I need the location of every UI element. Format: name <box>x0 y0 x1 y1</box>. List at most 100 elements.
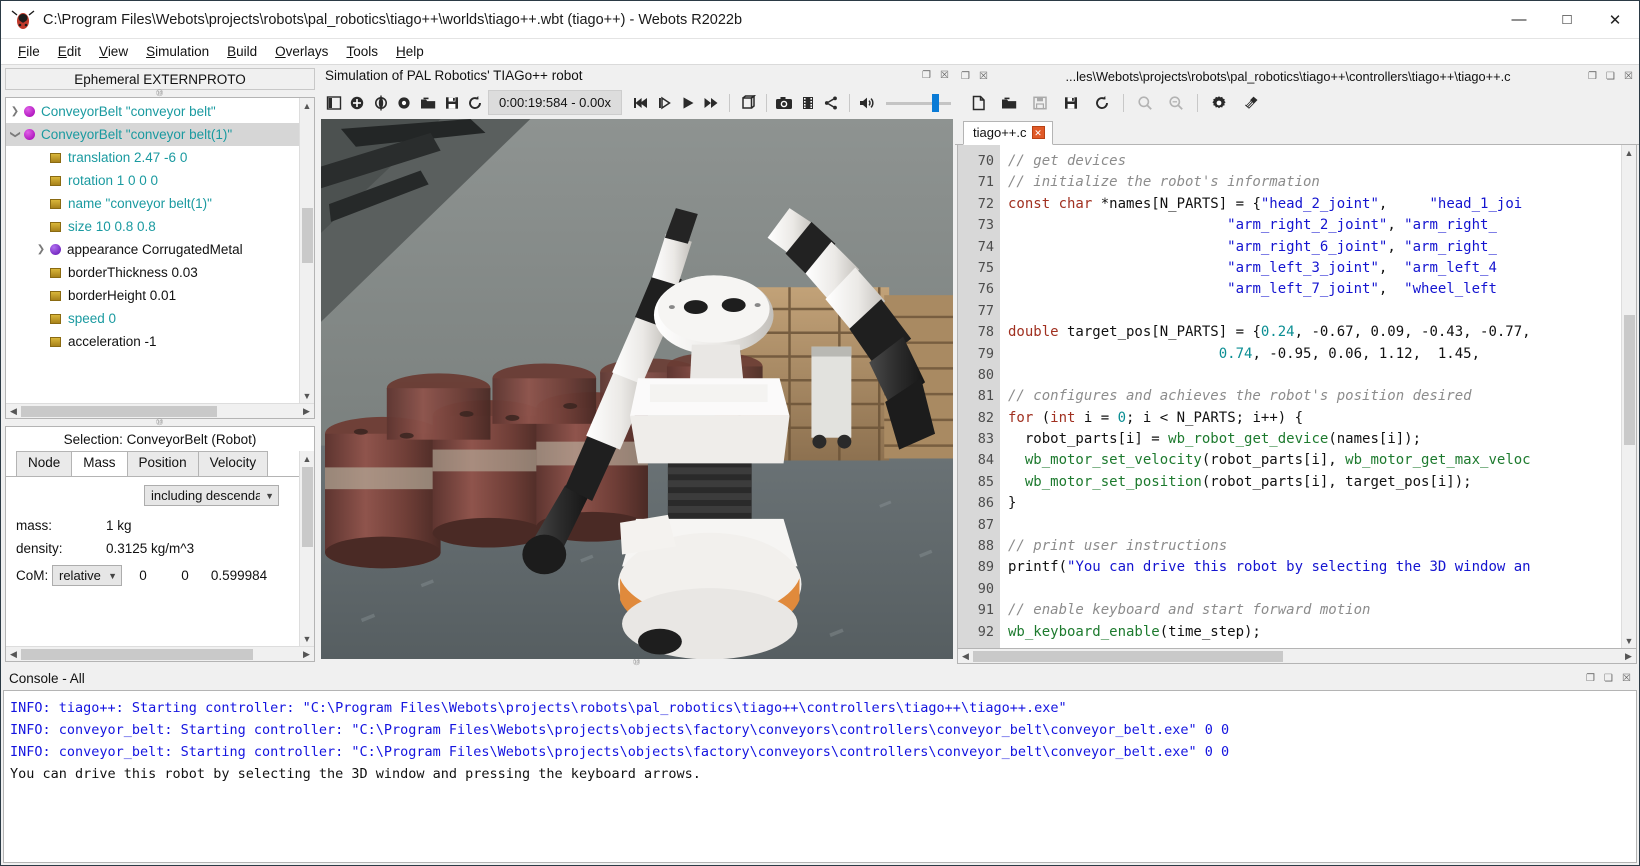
movie-icon[interactable] <box>797 90 819 116</box>
open-world-icon[interactable] <box>417 90 439 116</box>
scroll-right-icon[interactable]: ▶ <box>299 649 314 660</box>
restore-panel-icon[interactable]: ❐ <box>1584 672 1597 685</box>
view-splitter[interactable]: ⑩ <box>319 657 955 667</box>
code-line[interactable]: // get devices <box>1008 151 1621 172</box>
tree-row[interactable]: acceleration -1 <box>6 330 299 353</box>
save-file-icon[interactable] <box>1025 90 1055 116</box>
tree-row[interactable]: borderThickness 0.03 <box>6 261 299 284</box>
com-frame-select[interactable]: relative ▼ <box>52 565 122 586</box>
tree-row[interactable]: name "conveyor belt(1)" <box>6 192 299 215</box>
save-all-icon[interactable] <box>1056 90 1086 116</box>
editor-hscrollbar[interactable]: ◀ ▶ <box>957 649 1637 664</box>
code-line[interactable]: // initialize the robot's information <box>1008 172 1621 193</box>
tree-row[interactable]: translation 2.47 -6 0 <box>6 146 299 169</box>
tab-velocity[interactable]: Velocity <box>197 451 269 476</box>
chevron-right-icon[interactable]: ❯ <box>32 244 50 255</box>
code-line[interactable]: "arm_right_2_joint", "arm_right_ <box>1008 215 1621 236</box>
scroll-up-icon[interactable]: ▲ <box>300 451 315 466</box>
float-panel-icon[interactable]: ❏ <box>1602 672 1615 685</box>
selection-vscrollbar[interactable]: ▲ ▼ <box>299 451 314 646</box>
float-panel-icon[interactable]: ❏ <box>1604 70 1617 83</box>
scroll-up-icon[interactable]: ▲ <box>1622 145 1637 160</box>
code-line[interactable]: double target_pos[N_PARTS] = {0.24, -0.6… <box>1008 322 1621 343</box>
menu-edit[interactable]: Edit <box>49 41 90 62</box>
editor-vscrollbar[interactable]: ▲ ▼ <box>1621 145 1636 648</box>
code-line[interactable] <box>1008 515 1621 536</box>
code-line[interactable]: wb_motor_set_velocity(robot_parts[i], wb… <box>1008 450 1621 471</box>
chevron-down-icon[interactable]: ❯ <box>10 126 21 144</box>
hscroll-thumb[interactable] <box>21 405 217 417</box>
code-line[interactable]: for (int i = 0; i < N_PARTS; i++) { <box>1008 408 1621 429</box>
code-line[interactable]: "arm_left_3_joint", "arm_left_4 <box>1008 258 1621 279</box>
scroll-left-icon[interactable]: ◀ <box>6 406 21 417</box>
scroll-down-icon[interactable]: ▼ <box>1622 633 1637 648</box>
selection-hscrollbar[interactable]: ◀ ▶ <box>6 646 314 661</box>
code-line[interactable] <box>1008 579 1621 600</box>
close-panel-icon[interactable]: ☒ <box>938 69 951 82</box>
open-file-icon[interactable] <box>994 90 1024 116</box>
scene-tree-hscrollbar[interactable]: ◀ ▶ <box>6 403 314 418</box>
orientation-icon[interactable] <box>370 90 392 116</box>
tree-row[interactable]: speed 0 <box>6 307 299 330</box>
code-line[interactable]: printf("You can drive this robot by sele… <box>1008 557 1621 578</box>
tab-node[interactable]: Node <box>16 451 73 476</box>
code-line[interactable] <box>1008 365 1621 386</box>
code-line[interactable]: 0.74, -0.95, 0.06, 1.12, 1.45, <box>1008 344 1621 365</box>
share-icon[interactable] <box>820 90 842 116</box>
tab-position[interactable]: Position <box>126 451 199 476</box>
volume-handle[interactable] <box>932 93 940 112</box>
view-icon[interactable] <box>394 90 416 116</box>
scroll-up-icon[interactable]: ▲ <box>300 98 315 113</box>
scene-tree-list[interactable]: ❯ ConveyorBelt "conveyor belt" ❯ ConveyorBe… <box>6 98 299 403</box>
vscroll-thumb[interactable] <box>302 208 313 263</box>
scroll-right-icon[interactable]: ▶ <box>299 406 314 417</box>
volume-slider[interactable] <box>886 93 951 113</box>
code-line[interactable]: // configures and achieves the robot's p… <box>1008 386 1621 407</box>
vscroll-thumb[interactable] <box>302 467 313 547</box>
scroll-right-icon[interactable]: ▶ <box>1621 651 1636 662</box>
code-line[interactable]: robot_parts[i] = wb_robot_get_device(nam… <box>1008 429 1621 450</box>
code-line[interactable]: wb_keyboard_enable(time_step); <box>1008 622 1621 643</box>
code-line[interactable]: const char *names[N_PARTS] = {"head_2_jo… <box>1008 194 1621 215</box>
scroll-down-icon[interactable]: ▼ <box>300 388 315 403</box>
sidebar-toggle-icon[interactable] <box>323 90 345 116</box>
camera-icon[interactable] <box>773 90 795 116</box>
close-panel-icon[interactable]: ☒ <box>977 70 990 83</box>
minimize-button[interactable]: — <box>1495 1 1543 38</box>
tree-row[interactable]: ❯ appearance CorrugatedMetal <box>6 238 299 261</box>
rewind-icon[interactable] <box>630 90 652 116</box>
find-icon[interactable] <box>1130 90 1160 116</box>
tree-row[interactable]: borderHeight 0.01 <box>6 284 299 307</box>
3d-viewport[interactable] <box>321 118 953 659</box>
hscroll-thumb[interactable] <box>973 650 1283 662</box>
step-icon[interactable] <box>654 90 676 116</box>
tree-row[interactable]: size 10 0.8 0.8 <box>6 215 299 238</box>
reload-file-icon[interactable] <box>1087 90 1117 116</box>
console-output[interactable]: INFO: tiago++: Starting controller: "C:\… <box>3 690 1637 863</box>
fast-forward-icon[interactable] <box>701 90 723 116</box>
float-panel-icon[interactable]: ❐ <box>920 69 933 82</box>
sound-icon[interactable] <box>857 90 879 116</box>
code-line[interactable] <box>1008 301 1621 322</box>
find-next-icon[interactable] <box>1161 90 1191 116</box>
code-line[interactable]: wb_motor_set_position(robot_parts[i], ta… <box>1008 472 1621 493</box>
scene-tree-vscrollbar[interactable]: ▲ ▼ <box>299 98 314 403</box>
vscroll-thumb[interactable] <box>1624 315 1635 445</box>
play-icon[interactable] <box>677 90 699 116</box>
maximize-button[interactable]: □ <box>1543 1 1591 38</box>
code-content[interactable]: // get devices// initialize the robot's … <box>1000 145 1621 648</box>
code-line[interactable]: // enable keyboard and start forward mot… <box>1008 600 1621 621</box>
code-line[interactable]: "arm_right_6_joint", "arm_right_ <box>1008 237 1621 258</box>
menu-build[interactable]: Build <box>218 41 266 62</box>
scroll-left-icon[interactable]: ◀ <box>958 651 973 662</box>
selection-splitter[interactable]: ⑩ <box>1 417 319 427</box>
code-line[interactable]: } <box>1008 493 1621 514</box>
scroll-down-icon[interactable]: ▼ <box>300 631 315 646</box>
menu-help[interactable]: Help <box>387 41 433 62</box>
code-line[interactable]: // print user instructions <box>1008 536 1621 557</box>
new-file-icon[interactable] <box>963 90 993 116</box>
tab-mass[interactable]: Mass <box>71 451 128 476</box>
code-editor[interactable]: 70 71 72 73 74 75 76 77 78 79 80 81 82 83 84 85 86 87 88 89… <box>957 145 1637 649</box>
menu-file[interactable]: FFileile <box>9 41 49 62</box>
editor-tab-tiago[interactable]: tiago++.c ✕ <box>963 121 1053 145</box>
